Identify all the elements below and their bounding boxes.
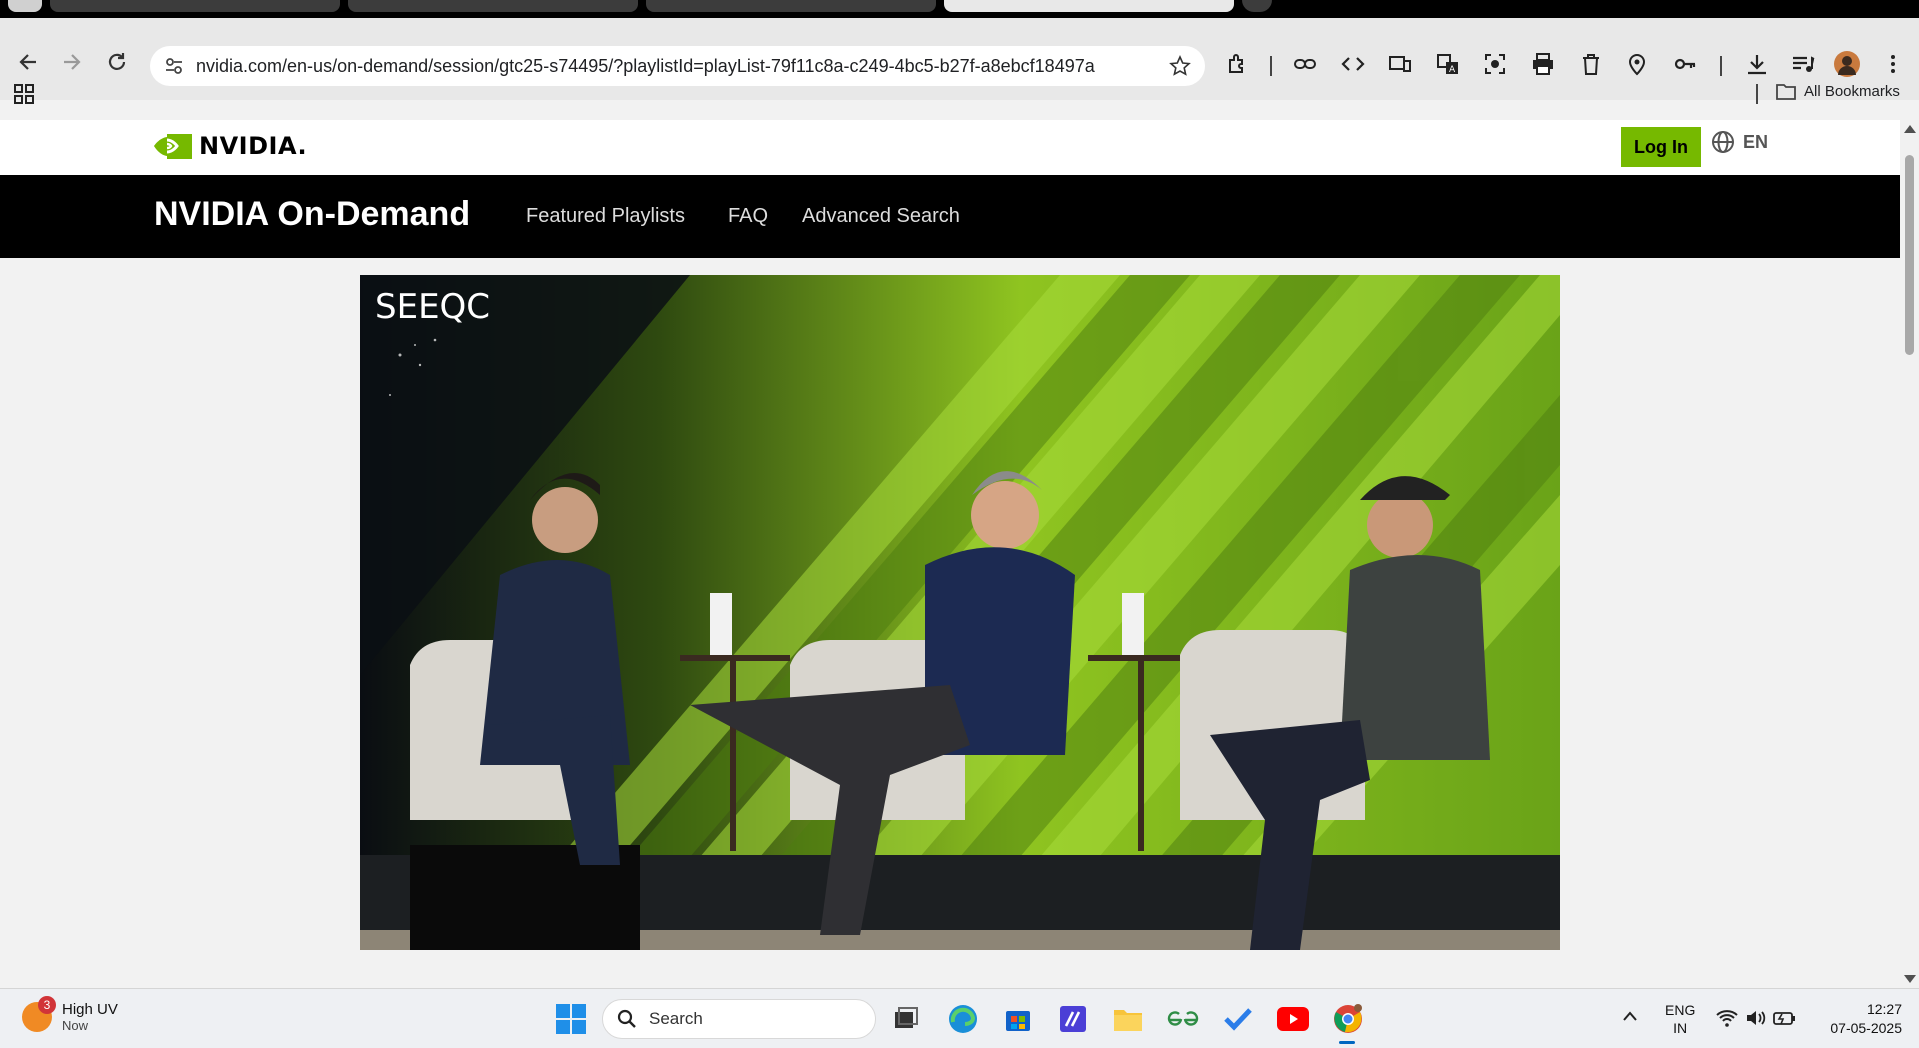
scroll-down-arrow[interactable] bbox=[1904, 975, 1916, 983]
nvidia-wordmark: NVIDIA. bbox=[199, 132, 308, 160]
microsoft-store-icon[interactable] bbox=[1000, 1001, 1036, 1037]
new-tab-button[interactable] bbox=[1242, 0, 1272, 12]
svg-text:A: A bbox=[1449, 65, 1456, 75]
more-menu-icon[interactable] bbox=[1880, 51, 1906, 77]
url-text[interactable]: nvidia.com/en-us/on-demand/session/gtc25… bbox=[196, 56, 1095, 77]
toolbar-divider bbox=[1270, 56, 1272, 76]
start-button[interactable] bbox=[556, 1004, 586, 1039]
forward-button[interactable] bbox=[58, 48, 86, 76]
folder-icon bbox=[1776, 84, 1796, 100]
print-icon[interactable] bbox=[1530, 51, 1556, 77]
apps-grid-icon[interactable] bbox=[14, 84, 34, 109]
location-pin-icon[interactable] bbox=[1624, 51, 1650, 77]
battery-icon[interactable] bbox=[1773, 1009, 1797, 1030]
volume-icon[interactable] bbox=[1745, 1009, 1767, 1030]
chrome-active-indicator bbox=[1339, 1041, 1355, 1044]
arrow-right-icon bbox=[64, 54, 81, 70]
profile-avatar[interactable] bbox=[1834, 51, 1860, 77]
windows-taskbar: 3 High UV Now Search ENG IN 12:27 07-05-… bbox=[0, 988, 1919, 1048]
brand-header: NVIDIA. Log In EN bbox=[0, 120, 1900, 175]
system-clock[interactable]: 12:27 07-05-2025 bbox=[1806, 1000, 1902, 1038]
extensions-icon[interactable] bbox=[1225, 51, 1251, 77]
tab-strip bbox=[0, 0, 1919, 18]
login-button[interactable]: Log In bbox=[1621, 127, 1701, 167]
nvidia-eye-icon bbox=[154, 133, 192, 159]
weather-badge: 3 bbox=[38, 996, 56, 1014]
video-player[interactable]: SEEQC bbox=[360, 275, 1560, 950]
nav-faq[interactable]: FAQ bbox=[728, 205, 768, 228]
geeksforgeeks-icon[interactable] bbox=[1165, 1001, 1201, 1037]
site-title[interactable]: NVIDIA On-Demand bbox=[154, 195, 470, 234]
site-nav-bar: NVIDIA On-Demand Featured Playlists FAQ … bbox=[0, 175, 1900, 258]
scroll-thumb[interactable] bbox=[1905, 155, 1914, 355]
language-selector[interactable]: EN bbox=[1711, 130, 1768, 154]
page-scrollbar[interactable] bbox=[1900, 120, 1919, 988]
all-bookmarks-label: All Bookmarks bbox=[1804, 82, 1900, 100]
video-caption: SEEQC bbox=[375, 287, 491, 327]
bookmarks-divider bbox=[1756, 84, 1758, 104]
site-settings-icon[interactable] bbox=[164, 56, 184, 81]
input-language[interactable]: ENG IN bbox=[1665, 1001, 1695, 1037]
trash-icon[interactable] bbox=[1578, 51, 1604, 77]
reload-icon bbox=[108, 53, 126, 70]
reload-button[interactable] bbox=[103, 48, 131, 76]
file-explorer-icon[interactable] bbox=[1110, 1001, 1146, 1037]
weather-title: High UV bbox=[62, 1001, 118, 1018]
browser-tab[interactable] bbox=[8, 0, 42, 12]
show-hidden-icons[interactable] bbox=[1622, 1009, 1638, 1025]
bookmark-star-icon[interactable] bbox=[1169, 55, 1191, 82]
web-page: NVIDIA. Log In EN NVIDIA On-Demand Featu… bbox=[0, 120, 1900, 988]
address-bar[interactable]: nvidia.com/en-us/on-demand/session/gtc25… bbox=[150, 46, 1205, 86]
search-icon bbox=[617, 1009, 636, 1028]
wifi-icon[interactable] bbox=[1716, 1009, 1738, 1030]
chevron-up-icon bbox=[1623, 1011, 1637, 1021]
nav-featured-playlists[interactable]: Featured Playlists bbox=[526, 205, 685, 228]
video-frame bbox=[360, 275, 1560, 950]
translate-icon[interactable]: A bbox=[1435, 51, 1461, 77]
windows-logo-icon bbox=[556, 1004, 586, 1034]
browser-tab[interactable] bbox=[646, 0, 936, 12]
back-button[interactable] bbox=[14, 48, 42, 76]
screenshot-icon[interactable] bbox=[1482, 51, 1508, 77]
clock-time: 12:27 bbox=[1866, 1001, 1902, 1017]
browser-tab[interactable] bbox=[348, 0, 638, 12]
nvidia-logo[interactable]: NVIDIA. bbox=[153, 132, 307, 160]
device-toggle-icon[interactable] bbox=[1387, 51, 1413, 77]
todo-checkmark-icon[interactable] bbox=[1220, 1001, 1256, 1037]
input-language-bottom: IN bbox=[1673, 1020, 1688, 1036]
nav-advanced-search[interactable]: Advanced Search bbox=[802, 205, 960, 228]
weather-subtitle: Now bbox=[62, 1018, 89, 1033]
search-placeholder: Search bbox=[649, 1009, 703, 1028]
weather-widget[interactable]: 3 High UV Now bbox=[22, 996, 118, 1033]
password-key-icon[interactable] bbox=[1672, 51, 1698, 77]
media-queue-icon[interactable] bbox=[1790, 51, 1816, 77]
browser-tab[interactable] bbox=[50, 0, 340, 12]
weather-sun-icon: 3 bbox=[22, 996, 56, 1032]
youtube-icon[interactable] bbox=[1275, 1001, 1311, 1037]
clock-date: 07-05-2025 bbox=[1830, 1020, 1902, 1036]
browser-tab-active[interactable] bbox=[944, 0, 1234, 12]
toolbar-divider bbox=[1720, 56, 1722, 76]
download-icon[interactable] bbox=[1744, 51, 1770, 77]
globe-icon bbox=[1712, 131, 1734, 153]
input-language-top: ENG bbox=[1665, 1002, 1696, 1018]
browser-toolbar: nvidia.com/en-us/on-demand/session/gtc25… bbox=[0, 18, 1919, 104]
chrome-icon[interactable] bbox=[1330, 1001, 1366, 1037]
scroll-up-arrow[interactable] bbox=[1904, 125, 1916, 133]
edge-browser-icon[interactable] bbox=[945, 1001, 981, 1037]
language-label: EN bbox=[1743, 131, 1769, 152]
taskbar-search[interactable]: Search bbox=[602, 999, 876, 1039]
arrow-left-icon bbox=[19, 54, 36, 70]
visual-studio-icon[interactable] bbox=[1055, 1001, 1091, 1037]
code-icon[interactable] bbox=[1340, 51, 1366, 77]
task-view-icon[interactable] bbox=[888, 1001, 924, 1037]
all-bookmarks-button[interactable]: All Bookmarks bbox=[1776, 82, 1900, 100]
link-icon[interactable] bbox=[1292, 51, 1318, 77]
